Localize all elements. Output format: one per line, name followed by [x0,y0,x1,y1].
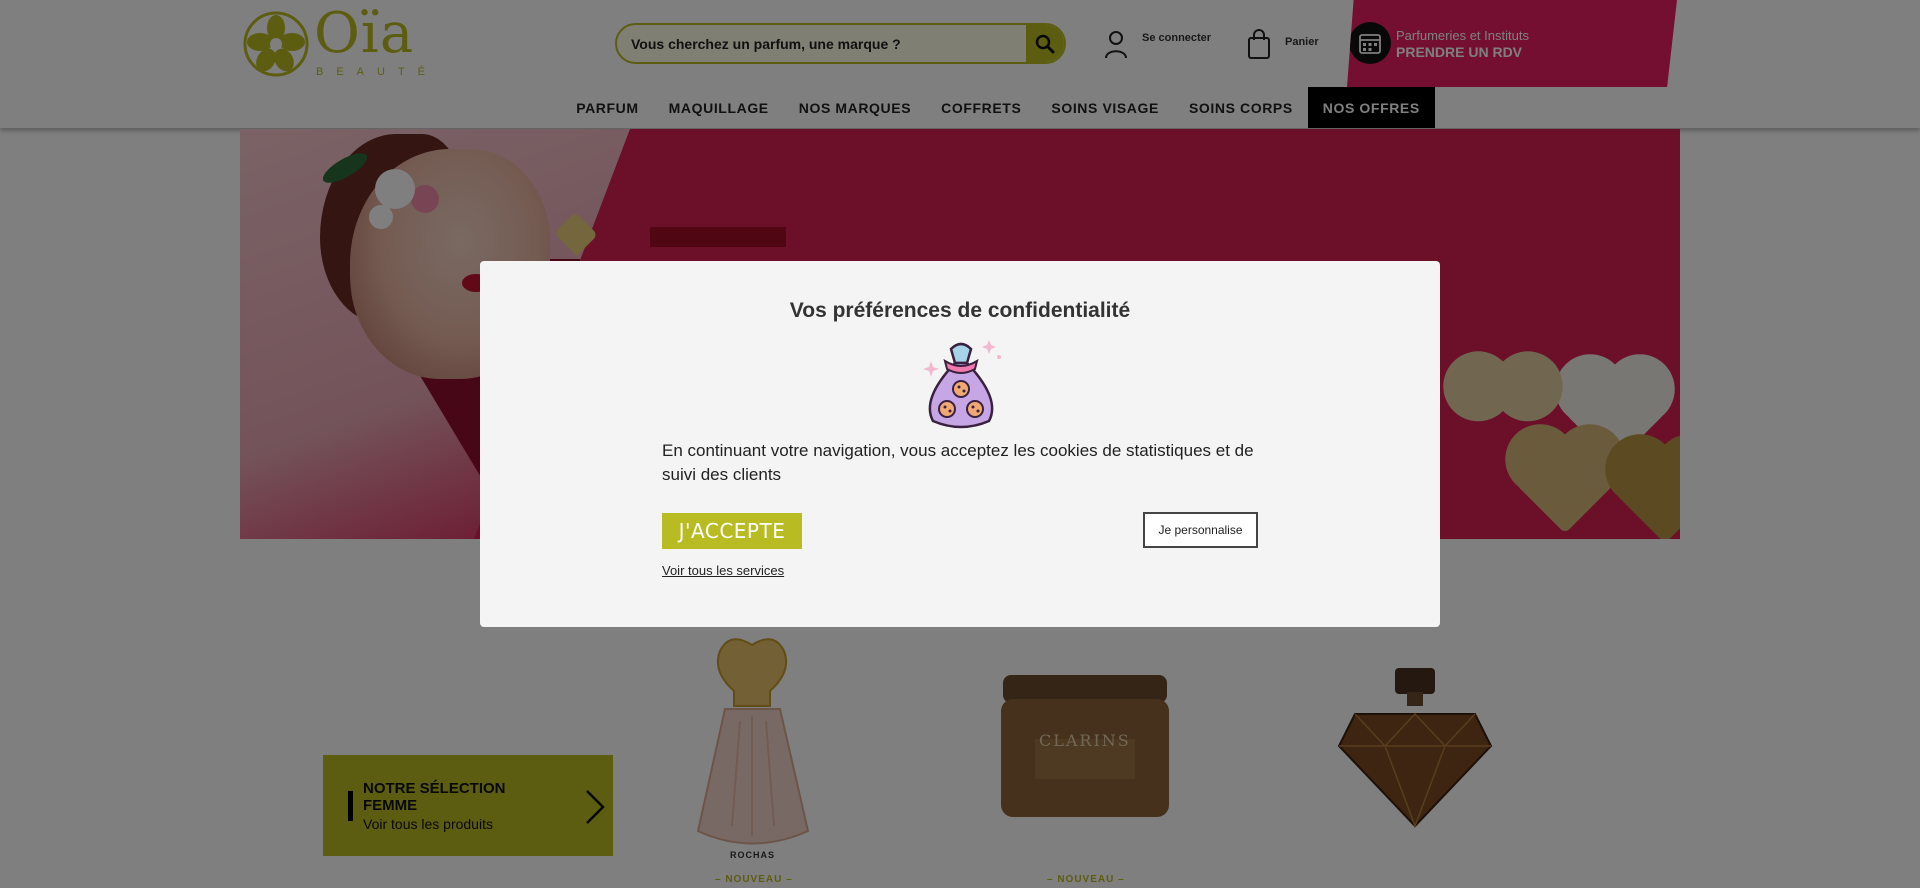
cookie-bag-icon [923,340,1001,429]
cookie-consent-modal: Vos préférences de confidentialité En co… [480,261,1440,627]
modal-title: Vos préférences de confidentialité [789,299,1131,322]
accept-cookies-button[interactable]: J'ACCEPTE [662,513,802,549]
personalize-cookies-button[interactable]: Je personnalise [1143,512,1258,548]
consent-text: En continuant votre navigation, vous acc… [662,441,1254,484]
view-all-services-link[interactable]: Voir tous les services [662,563,784,578]
